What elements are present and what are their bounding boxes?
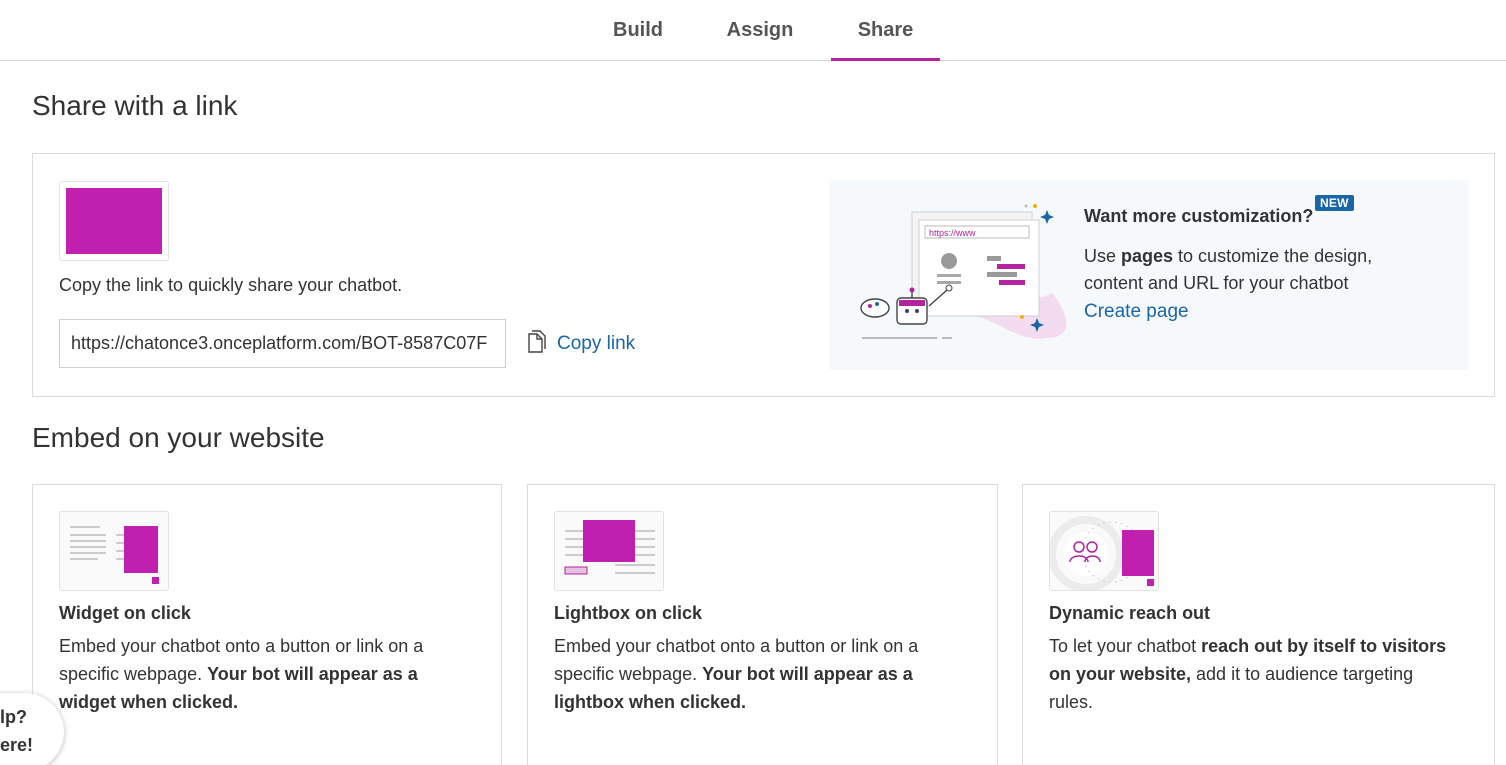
card-title: Lightbox on click [554, 603, 703, 623]
reach-out-illustration [1049, 511, 1159, 591]
tab-bar: Build Assign Share [0, 0, 1506, 61]
chatbot-thumbnail [59, 181, 169, 261]
card-widget-on-click[interactable]: Widget on click Embed your chatbot onto … [32, 484, 502, 765]
customization-promo: https://www Want more customization? NEW… [829, 180, 1469, 370]
copy-link-label: Copy link [557, 333, 636, 354]
copy-link-button[interactable]: Copy link [527, 329, 636, 359]
card-description: Embed your chatbot onto a button or link… [554, 636, 919, 712]
share-description: Copy the link to quickly share your chat… [59, 275, 403, 295]
tab-share[interactable]: Share [831, 0, 940, 61]
illustration-url-text: https://www [929, 228, 976, 238]
new-badge: NEW [1315, 195, 1354, 211]
create-page-link[interactable]: Create page [1084, 301, 1189, 323]
share-link-panel: Copy the link to quickly share your chat… [32, 153, 1495, 397]
share-section-title: Share with a link [32, 90, 238, 121]
card-title: Widget on click [59, 603, 191, 623]
promo-title: Want more customization? [1084, 206, 1314, 226]
card-description: To let your chatbot reach out by itself … [1049, 636, 1447, 712]
card-description: Embed your chatbot onto a button or link… [59, 636, 424, 712]
lightbox-illustration [554, 511, 664, 591]
widget-illustration [59, 511, 169, 591]
card-lightbox-on-click[interactable]: Lightbox on click Embed your chatbot ont… [527, 484, 998, 765]
card-title: Dynamic reach out [1049, 603, 1211, 623]
help-text-line1: lp? [0, 707, 27, 727]
copy-icon [527, 329, 547, 359]
share-link-input[interactable] [59, 319, 506, 368]
promo-text: Use pages to customize the design, conte… [1084, 246, 1373, 293]
embed-section-title: Embed on your website [32, 422, 325, 453]
tab-assign[interactable]: Assign [715, 0, 805, 60]
pages-illustration: https://www [847, 198, 1067, 343]
card-dynamic-reach-out[interactable]: Dynamic reach out To let your chatbot re… [1022, 484, 1495, 765]
help-text-line2: ere! [0, 735, 34, 755]
tab-build[interactable]: Build [598, 0, 678, 60]
